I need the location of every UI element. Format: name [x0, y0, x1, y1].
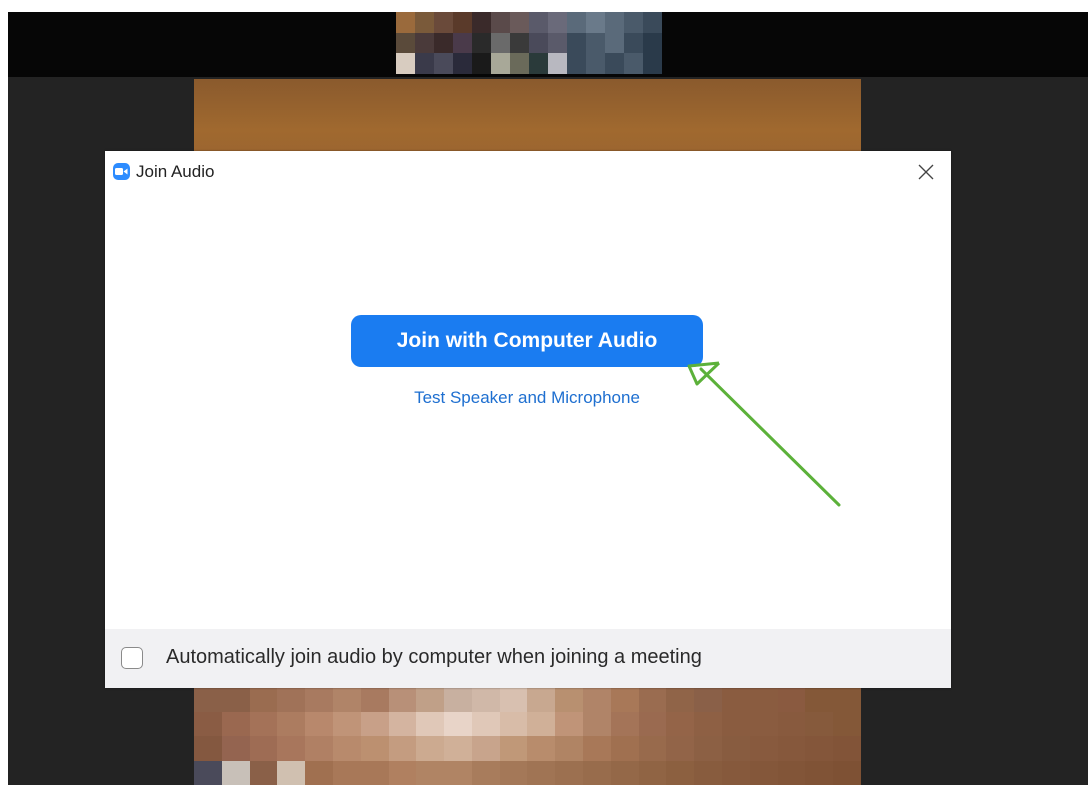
join-audio-dialog: Join Audio Join with Computer Audio Test… [105, 151, 951, 688]
close-icon[interactable] [911, 157, 941, 187]
auto-join-checkbox[interactable] [121, 647, 143, 669]
dialog-title: Join Audio [136, 162, 215, 181]
zoom-camera-icon [113, 163, 130, 180]
participant-thumbnail [396, 12, 662, 74]
join-with-computer-audio-button[interactable]: Join with Computer Audio [351, 315, 703, 367]
dialog-title-bar: Join Audio [105, 151, 951, 191]
top-video-strip [8, 12, 1088, 77]
dialog-footer: Automatically join audio by computer whe… [105, 629, 951, 688]
test-speaker-microphone-link[interactable]: Test Speaker and Microphone [351, 388, 703, 408]
auto-join-label[interactable]: Automatically join audio by computer whe… [166, 646, 702, 669]
participant-video-pixelated [194, 687, 861, 785]
